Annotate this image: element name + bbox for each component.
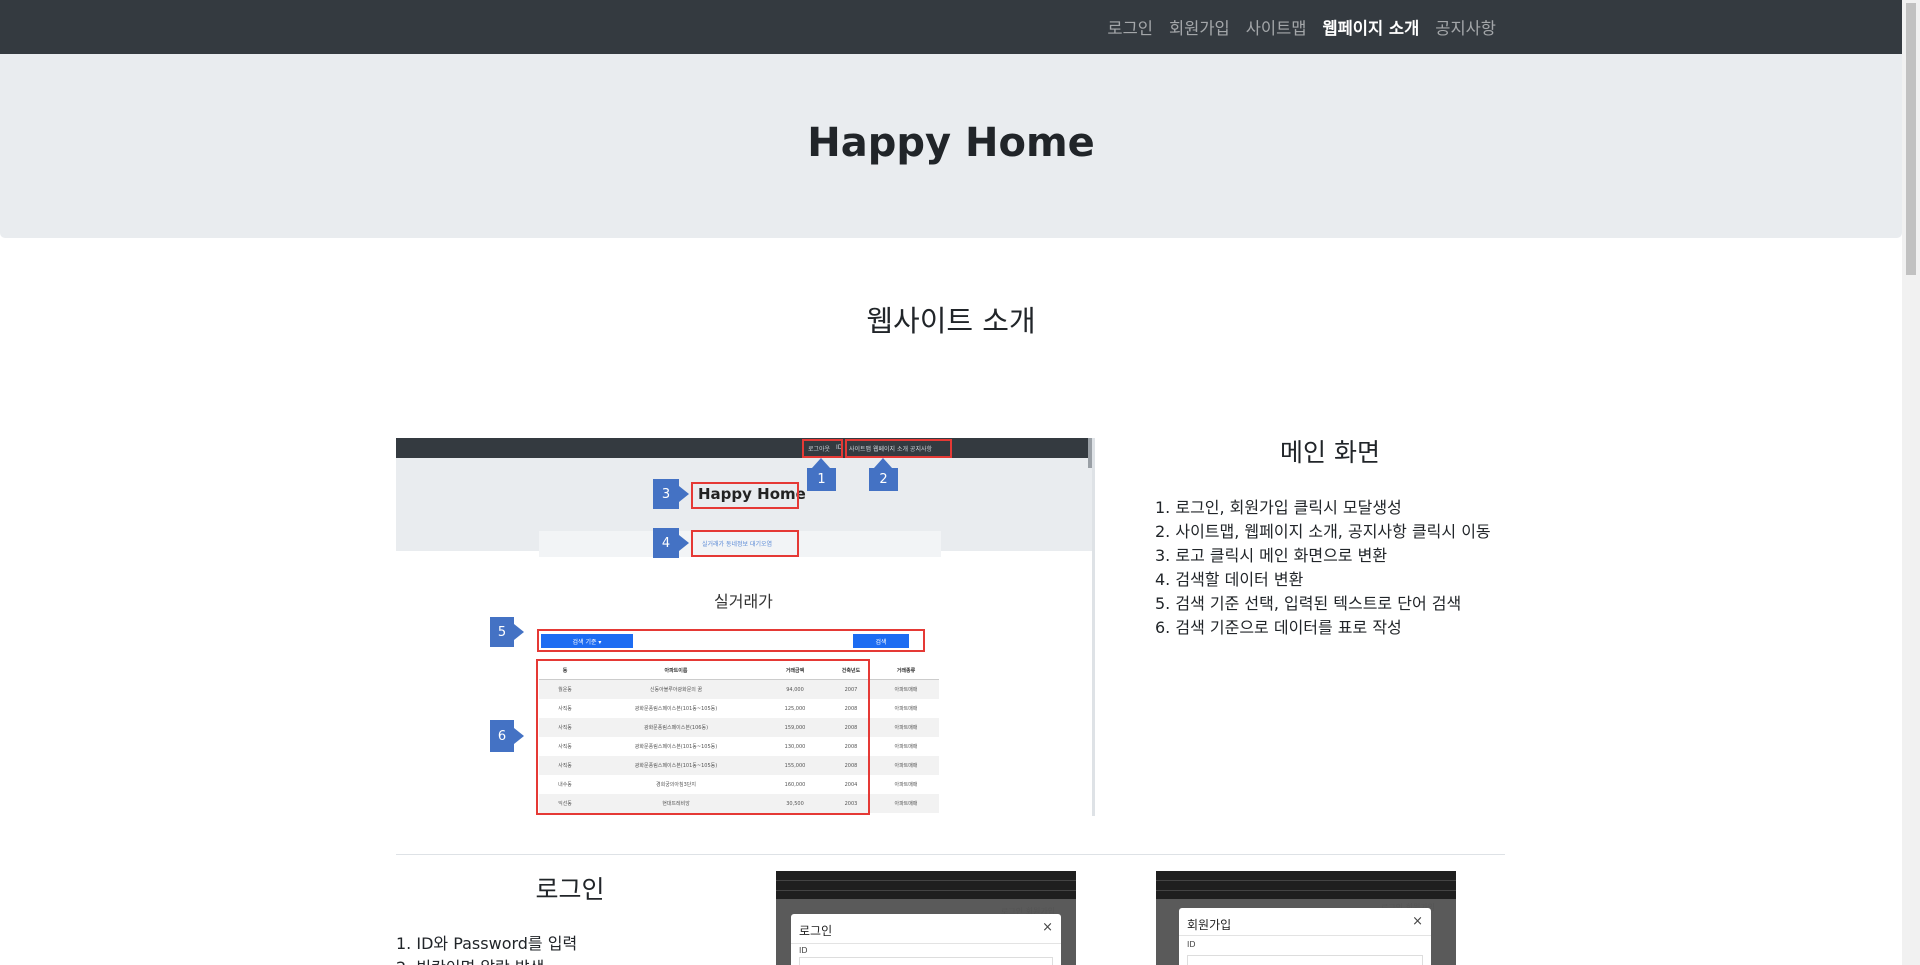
header-jumbotron: Happy Home <box>0 54 1902 238</box>
feature-title: 메인 화면 <box>1280 438 1380 467</box>
shot-scrollbar <box>1088 438 1092 468</box>
login-feature-list: 1. ID와 Password를 입력 2. 빈칸이면 알람 발생 <box>396 932 577 965</box>
arrow-up-icon <box>874 458 892 468</box>
shot-cell: 아파트매매 <box>894 687 918 693</box>
shot-cell: 아파트매매 <box>894 782 918 788</box>
section-title: 웹사이트 소개 <box>866 304 1036 338</box>
shot-cell: 아파트매매 <box>894 801 918 807</box>
login-feature-item: 1. ID와 Password를 입력 <box>396 934 578 953</box>
modal-shot-navbar <box>776 871 1076 899</box>
arrow-right-icon <box>514 624 524 640</box>
login-modal: 로그인 × ID <box>791 914 1061 965</box>
signup-modal-screenshot: 로그인 회원가입 회원가입 × ID <box>1156 871 1456 965</box>
arrow-right-icon <box>679 486 689 502</box>
scrollbar-thumb[interactable] <box>1906 3 1916 275</box>
step-badge-4: 4 <box>653 528 679 558</box>
modal-shot-line <box>776 890 1076 891</box>
shot-navbar <box>396 438 1092 458</box>
main-screen-screenshot: 로그아웃 ID 사이트맵 웹페이지 소개 공지사항 Happy Home 실거래… <box>396 438 1095 816</box>
shot-cell: 아파트매매 <box>894 725 918 731</box>
highlight-box-1 <box>802 439 843 458</box>
close-icon: × <box>1412 914 1423 929</box>
step-badge-6: 6 <box>490 720 514 752</box>
highlight-box-2 <box>845 439 952 458</box>
feature-item: 3. 로고 클릭시 메인 화면으로 변환 <box>1155 546 1388 565</box>
modal-shot-navbar <box>1156 871 1456 899</box>
signup-modal-title: 회원가입 <box>1187 918 1232 932</box>
feature-item: 6. 검색 기준으로 데이터를 표로 작성 <box>1155 618 1402 637</box>
nav-sitemap-link[interactable]: 사이트맵 <box>1246 15 1307 39</box>
top-navbar: 로그인 회원가입 사이트맵 웹페이지 소개 공지사항 <box>0 0 1902 54</box>
page-scrollbar[interactable] <box>1902 0 1920 965</box>
modal-separator <box>1179 935 1431 936</box>
nav-login-link[interactable]: 로그인 <box>1107 15 1153 39</box>
modal-shot-line <box>1156 880 1456 881</box>
highlight-box-5 <box>537 629 925 652</box>
feature-item: 2. 사이트맵, 웹페이지 소개, 공지사항 클릭시 이동 <box>1155 522 1491 541</box>
step-badge-5: 5 <box>490 617 514 647</box>
signup-modal-id-input <box>1187 955 1423 965</box>
highlight-box-4 <box>691 530 799 557</box>
login-modal-title: 로그인 <box>799 924 833 938</box>
login-modal-id-input <box>799 957 1053 965</box>
login-modal-id-label: ID <box>799 946 808 955</box>
step-badge-1: 1 <box>807 468 836 491</box>
step-badge-2: 2 <box>869 468 898 491</box>
arrow-right-icon <box>514 728 524 744</box>
feature-list: 1. 로그인, 회원가입 클릭시 모달생성 2. 사이트맵, 웹페이지 소개, … <box>1155 496 1491 640</box>
close-icon: × <box>1042 920 1053 935</box>
shot-col-header: 거래종류 <box>896 667 916 674</box>
arrow-right-icon <box>679 535 689 551</box>
nav-notice-link[interactable]: 공지사항 <box>1435 15 1496 39</box>
signup-modal: 회원가입 × ID <box>1179 908 1431 965</box>
shot-cell: 아파트매매 <box>894 706 918 712</box>
modal-separator <box>791 943 1061 944</box>
feature-item: 5. 검색 기준 선택, 입력된 텍스트로 단어 검색 <box>1155 594 1462 613</box>
nav-links: 로그인 회원가입 사이트맵 웹페이지 소개 공지사항 <box>1107 0 1496 54</box>
section-divider <box>396 854 1505 855</box>
feature-item: 4. 검색할 데이터 변환 <box>1155 570 1304 589</box>
login-modal-screenshot: 로그인 회원가입 로그인 × ID <box>776 871 1076 965</box>
modal-shot-line <box>1156 890 1456 891</box>
site-logo-title[interactable]: Happy Home <box>0 120 1902 166</box>
step-badge-3: 3 <box>653 479 679 509</box>
nav-signup-link[interactable]: 회원가입 <box>1169 15 1230 39</box>
feature-item: 1. 로그인, 회원가입 클릭시 모달생성 <box>1155 498 1402 517</box>
highlight-box-3 <box>691 482 799 509</box>
modal-shot-line <box>776 880 1076 881</box>
shot-cell: 아파트매매 <box>894 763 918 769</box>
shot-heading: 실거래가 <box>714 592 773 611</box>
shot-cell: 아파트매매 <box>894 744 918 750</box>
nav-intro-link[interactable]: 웹페이지 소개 <box>1322 15 1419 39</box>
login-feature-item: 2. 빈칸이면 알람 발생 <box>396 956 577 965</box>
signup-modal-id-label: ID <box>1187 940 1196 949</box>
highlight-box-6 <box>536 659 870 815</box>
login-section-title: 로그인 <box>535 875 605 904</box>
arrow-up-icon <box>812 458 830 468</box>
